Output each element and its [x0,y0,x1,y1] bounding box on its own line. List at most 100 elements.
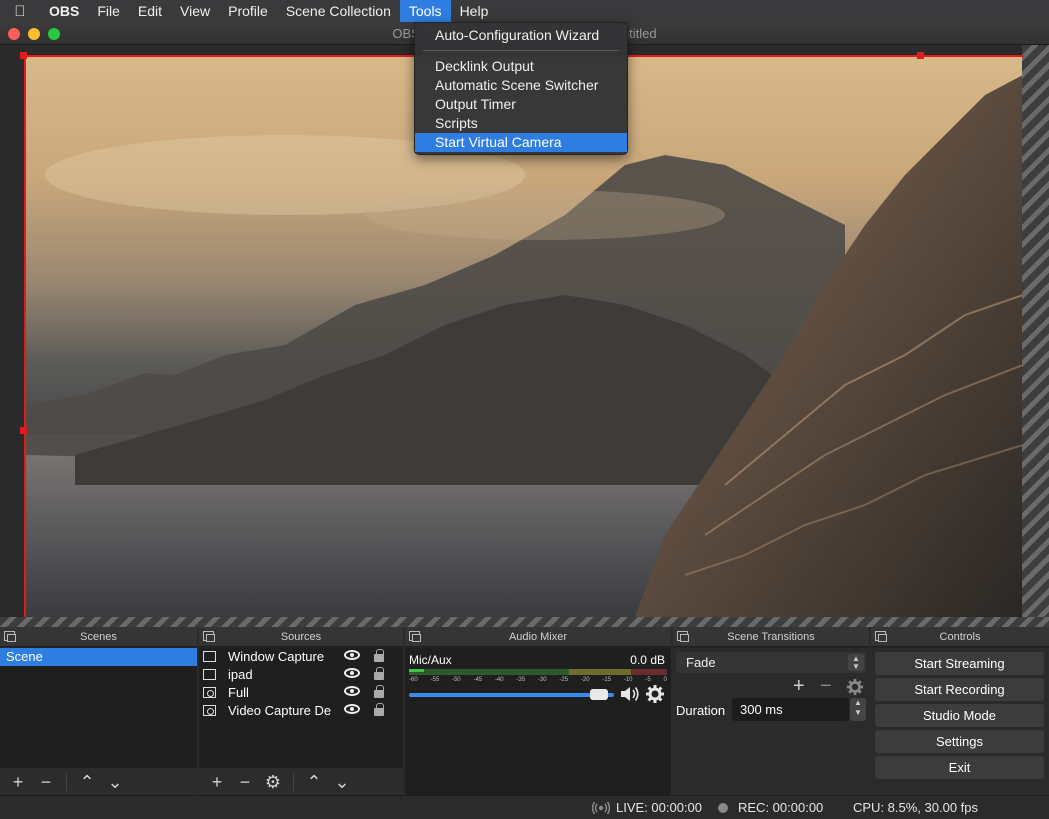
visibility-eye-icon[interactable] [344,668,360,678]
menu-profile[interactable]: Profile [219,0,277,22]
add-scene-button[interactable]: + [4,770,32,794]
menu-scene-collection[interactable]: Scene Collection [277,0,400,22]
menu-item-output-timer[interactable]: Output Timer [415,95,627,114]
controls-dock: Controls Start Streaming Start Recording… [871,627,1049,795]
duration-input[interactable]: 300 ms [732,698,849,721]
scenes-toolbar: + − ⌃ ⌄ [0,768,197,795]
controls-body: Start Streaming Start Recording Studio M… [871,648,1049,795]
visibility-eye-icon[interactable] [344,650,360,660]
source-properties-gear-icon[interactable]: ⚙ [259,770,287,794]
source-item-ipad[interactable]: ipad [199,666,403,684]
add-source-button[interactable]: + [203,770,231,794]
menu-item-automatic-scene-switcher[interactable]: Automatic Scene Switcher [415,76,627,95]
lock-icon[interactable] [374,703,384,716]
remove-scene-button[interactable]: − [32,770,60,794]
menu-file[interactable]: File [88,0,129,22]
live-timer: LIVE: 00:00:00 [616,800,703,815]
resize-handle[interactable] [917,52,924,59]
cpu-fps-readout: CPU: 8.5%, 30.00 fps [853,800,979,815]
undock-icon[interactable] [677,631,689,642]
volume-slider[interactable] [409,693,614,697]
start-recording-button[interactable]: Start Recording [875,678,1044,701]
toolbar-divider [293,772,294,791]
studio-mode-button[interactable]: Studio Mode [875,704,1044,727]
lock-icon[interactable] [374,649,384,662]
controls-dock-title: Controls [939,631,981,643]
undock-icon[interactable] [409,631,421,642]
transition-gear-icon[interactable] [846,678,864,696]
scenes-dock-title: Scenes [80,631,117,643]
window-icon [203,669,216,680]
menu-help[interactable]: Help [451,0,498,22]
speaker-icon[interactable] [619,684,641,704]
lock-icon[interactable] [374,667,384,680]
sources-dock-header: Sources [199,627,403,647]
sources-dock-title: Sources [280,631,322,643]
meter-tick-label: 0 [663,677,667,683]
meter-tick-label: -35 [516,677,526,683]
add-transition-button[interactable]: + [793,675,805,698]
mixer-gear-icon[interactable] [645,684,665,704]
lock-icon[interactable] [374,685,384,698]
volume-slider-knob[interactable] [590,689,609,700]
scenes-list: Scene [0,648,197,768]
start-streaming-button[interactable]: Start Streaming [875,652,1044,675]
source-name: Full [228,685,249,700]
source-item-window-capture[interactable]: Window Capture [199,648,403,666]
meter-tick-label: -30 [537,677,547,683]
menu-item-scripts[interactable]: Scripts [415,114,627,133]
source-item-video-capture[interactable]: Video Capture De [199,702,403,720]
meter-tick-label: -45 [473,677,483,683]
scene-item[interactable]: Scene [0,648,197,666]
remove-transition-button[interactable]: − [820,675,832,698]
rec-timer: REC: 00:00:00 [738,800,824,815]
channel-level: 0.0 dB [630,653,665,667]
meter-tick-label: -20 [580,677,590,683]
preview-margin-right [1022,45,1049,627]
source-name: Window Capture [228,649,325,664]
menu-item-decklink-output[interactable]: Decklink Output [415,57,627,76]
undock-icon[interactable] [203,631,215,642]
menu-separator [423,50,619,51]
status-bar: LIVE: 00:00:00 REC: 00:00:00 CPU: 8.5%, … [0,795,1049,819]
meter-tick-label: -25 [559,677,569,683]
audio-mixer-body: Mic/Aux 0.0 dB -60 -55 -50 -45 -40 -35 -30 -25-… [405,648,671,795]
menu-item-auto-configuration-wizard[interactable]: Auto-Configuration Wizard [415,26,627,45]
scene-transitions-dock-header: Scene Transitions [673,627,869,647]
chevron-updown-icon: ▲ ▼ [848,654,864,671]
resize-handle[interactable] [20,427,27,434]
move-scene-down-button[interactable]: ⌄ [101,770,129,794]
transition-select-value: Fade [686,655,716,670]
visibility-eye-icon[interactable] [344,686,360,696]
scene-transitions-body: Fade ▲ ▼ + − Duration 300 ms ▲ ▼ [673,648,869,795]
undock-icon[interactable] [4,631,16,642]
settings-button[interactable]: Settings [875,730,1044,753]
meter-tick-label: -55 [430,677,440,683]
source-item-full[interactable]: Full [199,684,403,702]
audio-mixer-dock-header: Audio Mixer [405,627,671,647]
move-source-up-button[interactable]: ⌃ [300,770,328,794]
menu-view[interactable]: View [171,0,219,22]
broadcast-icon [592,801,610,815]
menu-tools[interactable]: Tools [399,0,451,22]
remove-source-button[interactable]: − [231,770,259,794]
apple-icon[interactable]:  [0,3,40,20]
resize-handle[interactable] [20,52,27,59]
move-source-down-button[interactable]: ⌄ [328,770,356,794]
transition-select[interactable]: Fade ▲ ▼ [676,652,866,673]
duration-stepper[interactable]: ▲ ▼ [850,698,866,721]
undock-icon[interactable] [875,631,887,642]
tools-dropdown-menu: Auto-Configuration Wizard Decklink Outpu… [414,22,628,155]
menu-item-start-virtual-camera[interactable]: Start Virtual Camera [415,133,627,152]
meter-tick-label: -5 [645,677,651,683]
menu-obs[interactable]: OBS [40,0,88,22]
meter-tick-label: -15 [602,677,612,683]
move-scene-up-button[interactable]: ⌃ [73,770,101,794]
menu-edit[interactable]: Edit [129,0,171,22]
source-name: Video Capture De [228,703,332,718]
exit-button[interactable]: Exit [875,756,1044,779]
meter-tick-label: -10 [623,677,633,683]
volume-meter-fill [409,669,425,672]
visibility-eye-icon[interactable] [344,704,360,714]
controls-dock-header: Controls [871,627,1049,647]
